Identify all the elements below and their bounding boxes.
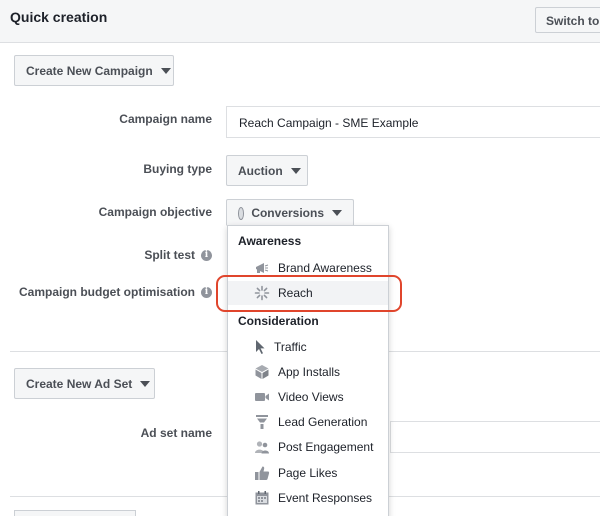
adset-name-input[interactable] (390, 421, 600, 453)
menu-item-label: Video Views (278, 390, 344, 404)
chevron-down-icon (290, 167, 301, 174)
menu-item-page-likes[interactable]: Page Likes (228, 461, 388, 485)
video-camera-icon (254, 389, 270, 405)
page-title: Quick creation (10, 9, 108, 25)
menu-item-label: Traffic (274, 340, 307, 354)
create-new-campaign-button[interactable]: Create New Campaign (14, 55, 174, 86)
campaign-objective-select[interactable]: Conversions (226, 199, 354, 226)
conversions-icon (238, 206, 245, 220)
objective-dropdown-menu: Awareness Brand Awareness Reach Consider… (227, 225, 389, 516)
menu-item-label: App Installs (278, 365, 341, 379)
split-test-label: Split test i (144, 248, 212, 262)
create-new-campaign-label: Create New Campaign (26, 63, 153, 78)
menu-item-post-engagement[interactable]: Post Engagement (228, 435, 388, 459)
create-new-adset-button[interactable]: Create New Ad Set (14, 368, 155, 399)
box-icon (254, 364, 270, 380)
calendar-icon (254, 490, 270, 506)
info-icon[interactable]: i (201, 286, 212, 298)
thumbs-up-icon (254, 465, 270, 481)
cursor-icon (252, 339, 268, 355)
campaign-objective-label: Campaign objective (98, 205, 212, 219)
info-icon[interactable]: i (201, 249, 212, 261)
campaign-objective-value: Conversions (251, 206, 324, 220)
create-new-adset-label: Create New Ad Set (26, 376, 133, 391)
buying-type-value: Auction (238, 163, 283, 178)
megaphone-icon (254, 260, 270, 276)
menu-item-lead-generation[interactable]: Lead Generation (228, 410, 388, 434)
campaign-name-input[interactable]: Reach Campaign - SME Example (226, 106, 600, 138)
create-new-ad-button[interactable] (14, 510, 136, 516)
campaign-name-label: Campaign name (119, 112, 212, 126)
budget-optimisation-label: Campaign budget optimisation i (19, 285, 212, 299)
budget-optimisation-text: Campaign budget optimisation (19, 285, 195, 299)
switch-to-button[interactable]: Switch to (535, 7, 600, 33)
funnel-icon (254, 414, 270, 430)
menu-item-event-responses[interactable]: Event Responses (228, 486, 388, 510)
menu-item-traffic[interactable]: Traffic (228, 335, 388, 359)
highlight-annotation-ring (216, 275, 402, 312)
people-icon (254, 439, 270, 455)
split-test-text: Split test (144, 248, 195, 262)
group-header-consideration: Consideration (238, 314, 319, 328)
adset-name-label: Ad set name (140, 426, 212, 440)
buying-type-select[interactable]: Auction (226, 155, 308, 186)
menu-item-video-views[interactable]: Video Views (228, 385, 388, 409)
group-header-awareness: Awareness (238, 234, 302, 248)
buying-type-label: Buying type (143, 162, 212, 176)
chevron-down-icon (160, 67, 171, 74)
chevron-down-icon (332, 210, 342, 216)
menu-item-label: Event Responses (278, 491, 373, 505)
menu-item-app-installs[interactable]: App Installs (228, 360, 388, 384)
menu-item-label: Lead Generation (278, 415, 368, 429)
chevron-down-icon (140, 380, 151, 387)
menu-item-label: Page Likes (278, 466, 338, 480)
menu-item-label: Brand Awareness (278, 261, 372, 275)
header-bar: Quick creation Switch to (0, 0, 600, 43)
menu-item-label: Post Engagement (278, 440, 374, 454)
